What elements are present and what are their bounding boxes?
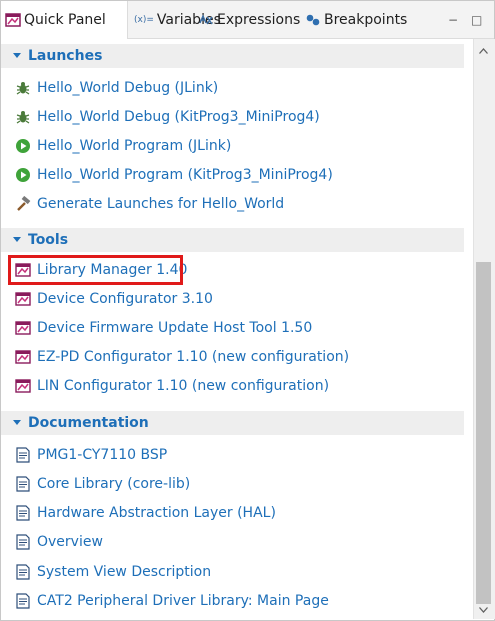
doc-item-label: Hardware Abstraction Layer (HAL)	[37, 505, 276, 521]
launch-item-debug-kitprog[interactable]: Hello_World Debug (KitProg3_MiniProg4)	[14, 105, 320, 129]
doc-item-hal[interactable]: Hardware Abstraction Layer (HAL)	[14, 501, 276, 525]
scroll-up-button[interactable]	[476, 44, 491, 58]
doc-item-overview[interactable]: Overview	[14, 530, 103, 554]
tab-label: Expressions	[217, 11, 301, 28]
tab-quick-panel[interactable]: Quick Panel	[1, 1, 128, 39]
doc-item-svd[interactable]: System View Description	[14, 560, 211, 584]
launch-item-label: Hello_World Program (KitProg3_MiniProg4)	[37, 167, 333, 183]
tool-item-lin-configurator[interactable]: LIN Configurator 1.10 (new configuration…	[14, 374, 329, 398]
maximize-icon: □	[471, 12, 483, 27]
doc-item-core-library[interactable]: Core Library (core-lib)	[14, 472, 190, 496]
launch-item-label: Hello_World Debug (JLink)	[37, 80, 219, 96]
doc-item-label: Overview	[37, 534, 103, 550]
section-header-documentation[interactable]: Documentation	[1, 411, 464, 435]
document-icon	[14, 504, 32, 522]
quick-panel-icon	[5, 12, 21, 28]
scroll-down-button[interactable]	[476, 603, 491, 617]
expressions-icon	[198, 13, 214, 27]
minimize-button[interactable]: −	[448, 1, 458, 38]
doc-item-label: CAT2 Peripheral Driver Library: Main Pag…	[37, 593, 329, 609]
variables-icon: (x)=	[134, 14, 154, 25]
tab-breakpoints[interactable]: Breakpoints	[305, 1, 407, 38]
section-header-launches[interactable]: Launches	[1, 44, 464, 68]
doc-item-label: System View Description	[37, 564, 212, 580]
section-title: Launches	[28, 48, 103, 64]
tool-window-icon	[14, 319, 32, 337]
tool-item-label: LIN Configurator 1.10 (new configuration…	[37, 378, 330, 394]
launch-item-label: Hello_World Debug (KitProg3_MiniProg4)	[37, 109, 320, 125]
doc-item-bsp[interactable]: PMG1-CY7110 BSP	[14, 443, 167, 467]
tool-item-label: Device Configurator 3.10	[37, 291, 213, 307]
tool-item-label: EZ-PD Configurator 1.10 (new configurati…	[37, 349, 350, 365]
launch-item-label: Generate Launches for Hello_World	[37, 196, 285, 212]
chevron-down-icon	[12, 53, 22, 59]
chevron-down-icon	[12, 420, 22, 426]
chevron-down-icon	[479, 607, 488, 613]
section-title: Tools	[28, 232, 69, 248]
run-program-icon	[14, 166, 32, 184]
document-icon	[14, 563, 32, 581]
launch-item-program-jlink[interactable]: Hello_World Program (JLink)	[14, 134, 231, 158]
tool-item-device-configurator[interactable]: Device Configurator 3.10	[14, 287, 213, 311]
document-icon	[14, 475, 32, 493]
document-icon	[14, 533, 32, 551]
launch-item-label: Hello_World Program (JLink)	[37, 138, 232, 154]
tab-expressions[interactable]: Expressions	[198, 1, 300, 38]
launch-item-program-kitprog[interactable]: Hello_World Program (KitProg3_MiniProg4)	[14, 163, 333, 187]
minimize-icon: −	[448, 12, 459, 27]
debug-bug-icon	[14, 79, 32, 97]
document-icon	[14, 592, 32, 610]
section-title: Documentation	[28, 415, 149, 431]
scrollbar-thumb[interactable]	[476, 262, 491, 604]
tool-item-ezpd-configurator[interactable]: EZ-PD Configurator 1.10 (new configurati…	[14, 345, 349, 369]
run-program-icon	[14, 137, 32, 155]
view-tab-bar: Quick Panel (x)= Variables Expressions B…	[1, 1, 494, 39]
launch-item-debug-jlink[interactable]: Hello_World Debug (JLink)	[14, 76, 218, 100]
hammer-icon	[14, 195, 32, 213]
tool-window-icon	[14, 290, 32, 308]
tool-item-dfu-host-tool[interactable]: Device Firmware Update Host Tool 1.50	[14, 316, 312, 340]
doc-item-label: Core Library (core-lib)	[37, 476, 191, 492]
debug-bug-icon	[14, 108, 32, 126]
section-header-tools[interactable]: Tools	[1, 228, 464, 252]
doc-item-pdl[interactable]: CAT2 Peripheral Driver Library: Main Pag…	[14, 589, 329, 613]
chevron-up-icon	[479, 48, 488, 54]
tab-label: Quick Panel	[24, 12, 106, 28]
doc-item-label: PMG1-CY7110 BSP	[37, 447, 168, 463]
launch-item-generate[interactable]: Generate Launches for Hello_World	[14, 192, 284, 216]
document-icon	[14, 446, 32, 464]
chevron-down-icon	[12, 237, 22, 243]
tool-window-icon	[14, 348, 32, 366]
tab-label: Breakpoints	[324, 11, 408, 28]
breakpoints-icon	[305, 13, 321, 27]
highlight-box	[8, 255, 183, 285]
maximize-button[interactable]: □	[471, 1, 482, 38]
tool-item-label: Device Firmware Update Host Tool 1.50	[37, 320, 313, 336]
tool-window-icon	[14, 377, 32, 395]
